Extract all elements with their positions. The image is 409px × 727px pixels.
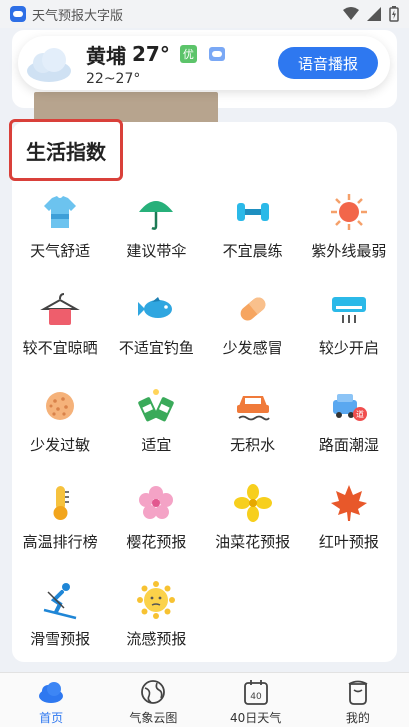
index-label: 油菜花预报 bbox=[215, 533, 291, 551]
index-label: 高温排行榜 bbox=[22, 533, 98, 551]
cherry-blossom-icon bbox=[139, 486, 174, 519]
tab-me[interactable]: 我的 bbox=[307, 673, 409, 727]
index-item[interactable]: 天气舒适 bbox=[12, 186, 108, 283]
tab-cloud-map[interactable]: 气象云图 bbox=[102, 673, 204, 727]
index-item[interactable]: 不宜晨练 bbox=[205, 186, 301, 283]
umbrella-icon bbox=[139, 201, 174, 230]
index-label: 红叶预报 bbox=[318, 533, 379, 551]
index-label: 较不宜晾晒 bbox=[22, 339, 98, 357]
skiing-icon bbox=[43, 583, 77, 620]
battery-icon bbox=[389, 6, 399, 22]
index-item[interactable]: 较不宜晾晒 bbox=[12, 283, 108, 380]
index-label: 不宜晨练 bbox=[222, 242, 283, 260]
index-item[interactable]: 无积水 bbox=[205, 380, 301, 477]
tab-label: 首页 bbox=[39, 711, 64, 725]
index-label: 樱花预报 bbox=[126, 533, 187, 551]
calendar-number: 40 bbox=[250, 692, 262, 702]
air-conditioner-icon bbox=[331, 297, 366, 323]
index-item[interactable]: 道 路面潮湿 bbox=[301, 380, 397, 477]
index-label: 少发过敏 bbox=[30, 436, 91, 454]
tab-label: 40日天气 bbox=[229, 711, 282, 725]
index-label: 不适宜钓鱼 bbox=[118, 339, 194, 357]
app-name: 天气预报大字版 bbox=[32, 8, 124, 24]
index-label: 紫外线最弱 bbox=[311, 242, 387, 260]
current-temperature: 27° bbox=[132, 42, 170, 66]
dumbbell-icon bbox=[236, 203, 269, 221]
cloud-badge-icon bbox=[208, 47, 225, 61]
profile-icon bbox=[348, 680, 368, 705]
index-item[interactable]: 高温排行榜 bbox=[12, 477, 108, 574]
tab-label: 气象云图 bbox=[129, 711, 178, 725]
header-card[interactable]: 黄埔 27° 优 22~27° 语音播报 bbox=[18, 36, 390, 90]
maple-leaf-icon bbox=[330, 485, 367, 521]
clothes-hanger-icon bbox=[40, 293, 80, 325]
index-label: 较少开启 bbox=[318, 339, 379, 357]
index-item[interactable]: 滑雪预报 bbox=[12, 574, 108, 671]
pollen-icon bbox=[46, 392, 75, 420]
rapeseed-flower-icon bbox=[233, 484, 272, 522]
index-item[interactable]: 不适宜钓鱼 bbox=[108, 283, 204, 380]
index-item[interactable]: 少发过敏 bbox=[12, 380, 108, 477]
index-item[interactable]: 流感预报 bbox=[108, 574, 204, 671]
life-index-card: 生活指数 天气舒适 建议带伞 不宜晨练 紫外线最弱 较不宜晾晒 不适宜钓鱼 少发… bbox=[9, 119, 397, 662]
index-label: 路面潮湿 bbox=[318, 436, 379, 454]
index-label: 滑雪预报 bbox=[30, 630, 91, 648]
sun-icon bbox=[330, 194, 367, 230]
index-item[interactable]: 适宜 bbox=[108, 380, 204, 477]
car-water-icon bbox=[236, 396, 270, 421]
tab-home[interactable]: 首页 bbox=[0, 673, 102, 727]
index-label: 无积水 bbox=[230, 436, 276, 454]
index-item[interactable]: 较少开启 bbox=[301, 283, 397, 380]
cloud-weather-icon bbox=[27, 48, 71, 82]
voice-broadcast-button[interactable]: 语音播报 bbox=[278, 47, 378, 79]
index-label: 建议带伞 bbox=[126, 242, 187, 260]
index-item[interactable]: 建议带伞 bbox=[108, 186, 204, 283]
wifi-icon bbox=[343, 7, 359, 20]
aqi-badge[interactable]: 优 bbox=[179, 45, 197, 63]
status-bar: 天气预报大字版 bbox=[0, 0, 409, 28]
status-icons bbox=[343, 6, 399, 22]
home-cloud-icon bbox=[39, 682, 64, 703]
shirt-icon bbox=[44, 196, 77, 228]
road-car-icon: 道 bbox=[332, 394, 367, 421]
index-item[interactable]: 紫外线最弱 bbox=[301, 186, 397, 283]
index-item[interactable]: 油菜花预报 bbox=[205, 477, 301, 574]
life-index-grid: 天气舒适 建议带伞 不宜晨练 紫外线最弱 较不宜晾晒 不适宜钓鱼 少发感冒 较少… bbox=[12, 186, 397, 671]
fish-icon bbox=[138, 297, 173, 318]
globe-icon bbox=[141, 680, 166, 704]
section-title: 生活指数 bbox=[26, 139, 106, 164]
signal-icon bbox=[367, 7, 381, 21]
index-label: 天气舒适 bbox=[30, 242, 91, 260]
tab-40-day[interactable]: 40 40日天气 bbox=[205, 673, 307, 727]
flu-sun-icon bbox=[137, 581, 176, 619]
city-name: 黄埔 bbox=[86, 43, 126, 68]
index-item[interactable]: 樱花预报 bbox=[108, 477, 204, 574]
thermometer-icon bbox=[53, 486, 70, 520]
calendar-40-icon: 40 bbox=[243, 680, 268, 705]
tab-label: 我的 bbox=[345, 711, 370, 725]
index-label: 流感预报 bbox=[126, 630, 187, 648]
section-title-highlight: 生活指数 bbox=[9, 119, 123, 181]
svg-text:道: 道 bbox=[356, 409, 364, 419]
index-label: 适宜 bbox=[141, 436, 172, 454]
temperature-range: 22~27° bbox=[86, 70, 141, 87]
app-icon bbox=[10, 6, 26, 22]
index-label: 少发感冒 bbox=[222, 339, 283, 357]
beer-cheers-icon bbox=[138, 389, 175, 422]
index-item[interactable]: 红叶预报 bbox=[301, 477, 397, 574]
index-item[interactable]: 少发感冒 bbox=[205, 283, 301, 380]
pill-icon bbox=[240, 297, 265, 321]
bottom-tab-bar: 首页 气象云图 40 40日天气 我的 bbox=[0, 672, 409, 727]
